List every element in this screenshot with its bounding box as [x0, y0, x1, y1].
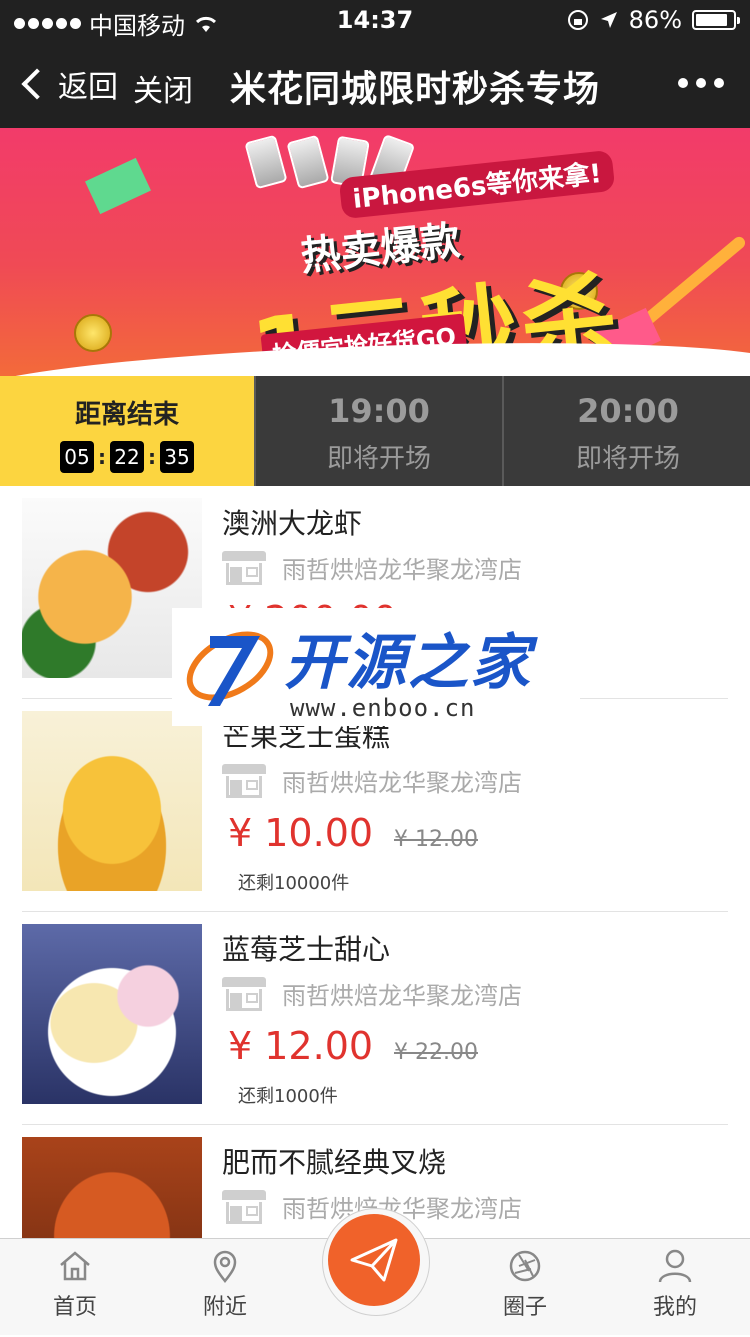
shop-icon [222, 763, 266, 798]
shop-icon [222, 1189, 266, 1224]
tab-time: 19:00 [328, 392, 430, 430]
countdown-hours: 05 [60, 441, 94, 473]
product-name: 肥而不腻经典叉烧 [222, 1146, 447, 1179]
tab-session-1900[interactable]: 19:00 即将开场 [254, 376, 502, 486]
list-item[interactable]: 蓝莓芝士甜心 雨哲烘焙龙华聚龙湾店 ¥ 12.00 ¥ 22.00 还剩1000… [22, 912, 728, 1125]
back-button[interactable]: 返回 [18, 62, 118, 106]
page-title: 米花同城限时秒杀专场 [230, 69, 601, 110]
user-icon [658, 1249, 692, 1283]
tab-status: 即将开场 [326, 444, 431, 474]
product-image [22, 924, 202, 1104]
coin-icon [74, 314, 112, 352]
watermark-logo-icon [186, 631, 274, 706]
shop-icon [222, 976, 266, 1011]
shop-name: 雨哲烘焙龙华聚龙湾店 [282, 982, 522, 1010]
tab-label: 附近 [202, 1295, 247, 1320]
shop-name: 雨哲烘焙龙华聚龙湾店 [282, 556, 522, 584]
home-icon [60, 1251, 90, 1281]
more-icon[interactable] [678, 78, 724, 88]
tab-nearby[interactable]: 附近 [170, 1249, 280, 1321]
aperture-icon [509, 1250, 541, 1282]
shop-info: 雨哲烘焙龙华聚龙湾店 [222, 976, 522, 1011]
tab-time: 20:00 [577, 392, 679, 430]
publish-button[interactable] [328, 1214, 420, 1306]
status-bar: 中国移动 14:37 86% [0, 0, 750, 40]
promo-banner[interactable]: iPhone6s等你来拿! 热卖爆款 1元秒杀 捡便宜抢好货GO [0, 128, 750, 376]
shop-icon [222, 550, 266, 585]
nav-bar: 返回 关闭 米花同城限时秒杀专场 [0, 40, 750, 128]
back-label: 返回 [58, 70, 118, 105]
battery-percent: 86% [628, 6, 682, 34]
price: ¥ 10.00 [228, 811, 374, 855]
chevron-left-icon [21, 68, 53, 100]
shop-name: 雨哲烘焙龙华聚龙湾店 [282, 769, 522, 797]
countdown-minutes: 22 [110, 441, 144, 473]
battery-icon [692, 10, 740, 30]
product-image [22, 711, 202, 891]
tab-status: 即将开场 [575, 444, 680, 474]
product-name: 蓝莓芝士甜心 [222, 933, 391, 966]
session-tabs: 距离结束 05 : 22 : 35 19:00 即将开场 20:00 即将开场 [0, 376, 750, 486]
tab-label: 圈子 [502, 1295, 547, 1320]
tab-current-session[interactable]: 距离结束 05 : 22 : 35 [0, 376, 254, 486]
tab-circle[interactable]: 圈子 [470, 1249, 580, 1321]
tab-label: 距离结束 [74, 400, 179, 430]
countdown: 05 : 22 : 35 [0, 441, 254, 473]
tab-home[interactable]: 首页 [20, 1249, 130, 1321]
original-price: ¥ 12.00 [394, 827, 478, 852]
tab-mine[interactable]: 我的 [620, 1249, 730, 1321]
location-icon [600, 12, 617, 28]
close-button[interactable]: 关闭 [133, 66, 193, 110]
watermark-text: 开源之家 [284, 628, 532, 698]
product-name: 澳洲大龙虾 [222, 507, 363, 540]
original-price: ¥ 22.00 [394, 1040, 478, 1065]
tab-label: 我的 [652, 1295, 697, 1320]
shop-info: 雨哲烘焙龙华聚龙湾店 [222, 763, 522, 798]
shop-info: 雨哲烘焙龙华聚龙湾店 [222, 550, 522, 585]
list-item[interactable]: 芒果芝士蛋糕 雨哲烘焙龙华聚龙湾店 ¥ 10.00 ¥ 12.00 还剩1000… [22, 699, 728, 912]
rotation-lock-icon [567, 10, 588, 30]
countdown-seconds: 35 [160, 441, 194, 473]
location-pin-icon [213, 1250, 237, 1283]
decor-tag [85, 157, 151, 215]
price: ¥ 12.00 [228, 1024, 374, 1068]
stock-remaining: 还剩1000件 [238, 1086, 338, 1107]
tab-session-2000[interactable]: 20:00 即将开场 [502, 376, 750, 486]
watermark-url: www.enboo.cn [290, 694, 476, 722]
send-icon [350, 1238, 398, 1282]
stock-remaining: 还剩10000件 [238, 873, 350, 894]
watermark: 开源之家 www.enboo.cn [172, 608, 580, 726]
tab-label: 首页 [52, 1295, 97, 1320]
